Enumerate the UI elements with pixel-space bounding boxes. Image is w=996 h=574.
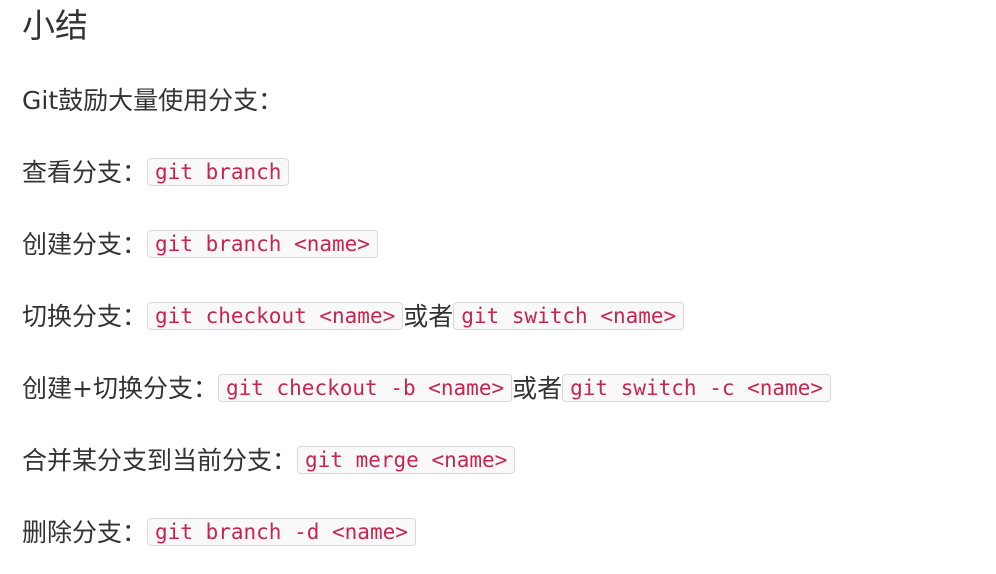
code-git-branch-name: git branch <name> <box>147 230 378 258</box>
item-label: 查看分支： <box>22 158 148 187</box>
connector-text: 或者 <box>512 374 563 403</box>
code-git-switch-c: git switch -c <name> <box>562 374 831 402</box>
section-heading: 小结 <box>22 6 88 45</box>
item-switch-branch: 切换分支： git checkout <name> 或者 git switch <na… <box>22 299 685 334</box>
item-label: 合并某分支到当前分支： <box>22 446 298 475</box>
intro-text: Git鼓励大量使用分支： <box>22 86 284 115</box>
item-label: 删除分支： <box>22 518 148 547</box>
item-create-branch: 创建分支： git branch <name> <box>22 227 378 262</box>
code-git-merge: git merge <name> <box>297 446 516 474</box>
item-create-and-switch: 创建+切换分支： git checkout -b <name> 或者 git swit… <box>22 371 831 406</box>
connector-text: 或者 <box>403 302 454 331</box>
code-git-switch: git switch <name> <box>453 302 685 330</box>
item-merge-branch: 合并某分支到当前分支： git merge <name> <box>22 443 516 478</box>
code-git-branch-d: git branch -d <name> <box>147 518 416 546</box>
item-view-branches: 查看分支： git branch <box>22 155 290 190</box>
item-delete-branch: 删除分支： git branch -d <name> <box>22 515 416 550</box>
item-label: 创建+切换分支： <box>22 374 218 403</box>
code-git-checkout: git checkout <name> <box>147 302 404 330</box>
item-label: 切换分支： <box>22 302 148 331</box>
item-label: 创建分支： <box>22 230 148 259</box>
code-git-checkout-b: git checkout -b <name> <box>217 374 513 402</box>
code-git-branch: git branch <box>147 158 290 186</box>
